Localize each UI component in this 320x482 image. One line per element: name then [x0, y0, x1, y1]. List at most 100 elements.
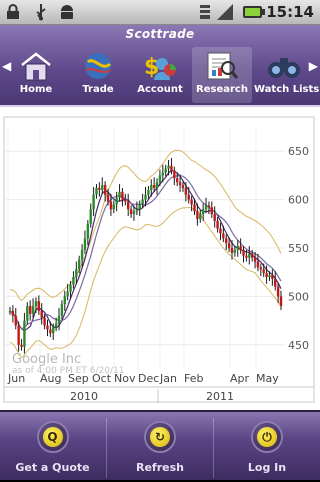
candle-body — [187, 194, 190, 200]
refresh-label: Refresh — [136, 461, 184, 474]
x-tick-label: Feb — [184, 372, 203, 385]
candle-body — [150, 185, 153, 190]
nav-item-home[interactable]: Home — [6, 47, 66, 103]
candle-body — [34, 301, 38, 307]
candle-body — [135, 209, 139, 212]
candle-body — [129, 209, 133, 215]
refresh-button[interactable]: ↻ Refresh — [107, 412, 213, 482]
x-axis: Jun Aug Sep Oct Nov Dec Jan Feb Apr May2010 2011 — [4, 372, 314, 403]
home-icon — [18, 50, 54, 82]
candle-body — [199, 214, 202, 219]
candle-body — [161, 172, 164, 176]
y-tick-label: 500 — [288, 290, 309, 303]
power-icon: ⏻ — [257, 427, 277, 447]
candle-body — [193, 204, 196, 212]
candle-body — [138, 204, 141, 210]
get-quote-button[interactable]: Q Get a Quote — [0, 412, 105, 482]
year-label: 2011 — [206, 390, 234, 403]
candle-body — [176, 178, 179, 183]
candle-body — [46, 325, 49, 330]
candle-body — [274, 278, 277, 287]
status-time: 15:14 — [266, 3, 314, 21]
candle-body — [230, 248, 234, 253]
candle-body — [225, 238, 228, 244]
candle-body — [158, 175, 162, 183]
candle-body — [242, 249, 245, 256]
nav-label-home: Home — [19, 84, 53, 95]
candle-body — [115, 197, 118, 205]
candle-body — [109, 201, 113, 210]
candle-body — [271, 275, 274, 279]
nav-label-trade: Trade — [82, 84, 114, 95]
candle-body — [69, 284, 72, 292]
candle-body — [144, 194, 147, 200]
candle-body — [152, 185, 156, 188]
y-tick-label: 450 — [288, 339, 309, 352]
x-tick-label: Dec — [138, 372, 159, 385]
candle-body — [256, 261, 260, 268]
candle-body — [213, 214, 216, 221]
candle-body — [112, 204, 115, 210]
candle-body — [173, 170, 176, 179]
candle-body — [250, 253, 254, 258]
candle-body — [147, 189, 150, 195]
candle-body — [60, 304, 64, 316]
candle-body — [118, 191, 121, 198]
nav-label-research: Research — [196, 84, 248, 95]
nav-item-research[interactable]: Research — [192, 47, 252, 103]
year-label: 2010 — [70, 390, 98, 403]
get-quote-label: Get a Quote — [15, 461, 90, 474]
candle-body — [233, 249, 237, 253]
binoculars-icon — [266, 50, 302, 82]
candle-body — [72, 277, 75, 285]
candle-body — [216, 220, 219, 229]
candle-body — [201, 209, 205, 215]
candle-body — [124, 199, 127, 202]
candle-body — [265, 273, 268, 278]
magnifier-icon: Q — [42, 427, 63, 447]
candle-body — [83, 238, 87, 250]
candle-body — [98, 187, 101, 190]
candle-body — [127, 201, 130, 210]
candle-body — [279, 296, 283, 307]
chart-watermark-name: Google Inc — [12, 352, 81, 367]
candle-body — [227, 243, 231, 248]
candle-body — [37, 301, 41, 311]
candle-body — [207, 205, 211, 208]
candle-body — [101, 185, 104, 190]
y-tick-label: 650 — [288, 145, 309, 158]
log-in-label: Log In — [247, 461, 287, 474]
chart-svg: 650600550500450 Jun Aug Sep Oct Nov Dec Jan Feb… — [3, 116, 315, 403]
y-tick-label: 600 — [288, 194, 309, 207]
candle-body — [49, 329, 52, 334]
candle-body — [86, 223, 90, 239]
lock-icon — [4, 3, 22, 21]
nav-label-account: Account — [137, 84, 183, 95]
nav-item-watch-lists[interactable]: Watch Lists — [254, 47, 319, 103]
candle-body — [236, 246, 239, 250]
x-tick-label: Jan — [159, 372, 177, 385]
candle-body — [11, 310, 15, 316]
candle-body — [28, 306, 32, 314]
status-bar: 15:14 — [0, 0, 320, 25]
nav-item-account[interactable]: $ Account — [130, 47, 190, 103]
log-in-button[interactable]: ⏻ Log In — [214, 412, 320, 482]
candle-body — [43, 317, 46, 326]
candle-body — [8, 310, 12, 313]
candle-body — [219, 228, 222, 234]
candle-body — [222, 233, 225, 239]
candle-body — [121, 191, 124, 200]
candle-body — [54, 323, 58, 328]
x-tick-label: Apr — [230, 372, 250, 385]
candle-body — [77, 259, 81, 270]
candle-body — [106, 194, 110, 202]
candle-body — [31, 306, 35, 314]
candle-body — [210, 207, 214, 215]
candle-body — [204, 205, 208, 210]
nav-item-trade[interactable]: Trade — [68, 47, 128, 103]
candle-body — [268, 275, 271, 278]
candle-body — [170, 165, 173, 171]
candle-body — [89, 209, 92, 224]
stock-chart[interactable]: 650 600 550 500 450 Jun Aug Sep Oct Nov Dec Jan Feb… — [0, 105, 320, 410]
android-icon — [58, 3, 76, 21]
